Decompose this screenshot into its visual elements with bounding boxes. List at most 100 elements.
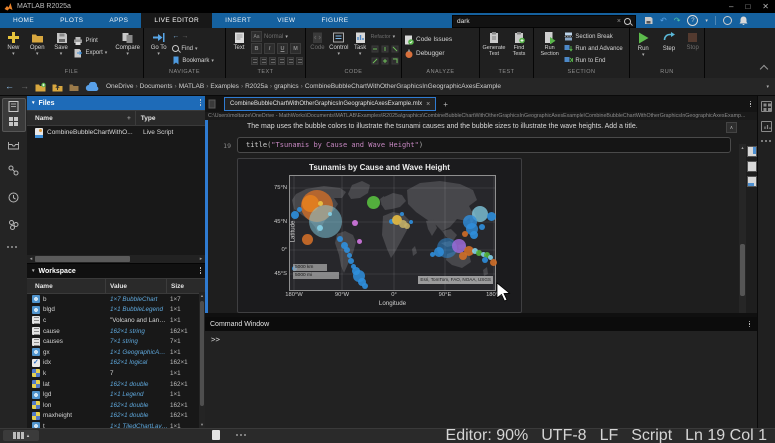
command-prompt[interactable]: >> xyxy=(211,335,220,344)
command-window-header[interactable]: Command Window xyxy=(205,317,757,331)
section-break-button[interactable]: Section Break xyxy=(564,31,627,42)
breadcrumb-item[interactable]: MATLAB xyxy=(179,83,205,90)
refactor-button[interactable]: Refactor▾ xyxy=(371,31,399,42)
workspace-panel-header[interactable]: ▾ Workspace xyxy=(27,264,205,278)
refactor-tool-icon[interactable] xyxy=(381,45,389,53)
underline-button[interactable]: U xyxy=(277,43,288,54)
geographic-axes[interactable]: 75°N 45°N 0° 45°S 180°W 90°W 0° 90°E 180… xyxy=(289,175,496,291)
text-style-dropdown[interactable]: Aa Normal▾ xyxy=(251,31,303,42)
new-button[interactable]: New▾ xyxy=(2,31,25,56)
compare-button[interactable]: Compare▾ xyxy=(114,31,141,56)
control-button[interactable]: Control▾ xyxy=(328,31,350,56)
document-bar-icon[interactable] xyxy=(208,99,216,109)
up-folder-icon[interactable] xyxy=(52,82,63,92)
print-button[interactable]: Print xyxy=(73,35,113,46)
table-row[interactable]: gx1×1 GeographicA…1×1 xyxy=(27,347,205,358)
stop-button[interactable]: Stop xyxy=(683,31,702,51)
notifications-bell-icon[interactable] xyxy=(739,16,748,26)
panel-apps-icon[interactable] xyxy=(7,218,20,231)
ribbon-tab-insert[interactable]: INSERT xyxy=(212,13,264,28)
table-row[interactable]: k71×1 xyxy=(27,368,205,379)
text-button[interactable]: Text xyxy=(228,31,250,51)
scroll-right-icon[interactable]: ▸ xyxy=(197,256,205,262)
panel-workspace-icon[interactable] xyxy=(7,115,20,128)
search-input[interactable]: dark xyxy=(453,18,614,25)
refactor-tool-icon[interactable] xyxy=(371,57,379,65)
run-button[interactable]: Run▾ xyxy=(632,31,655,57)
code-line[interactable]: title("Tsunamis by Cause and Wave Height… xyxy=(237,137,731,153)
output-hide-icon[interactable] xyxy=(747,161,757,172)
ribbon-tab-home[interactable]: HOME xyxy=(0,13,47,28)
table-row[interactable]: blgd1×1 BubbleLegend1×1 xyxy=(27,305,205,316)
output-inline-icon[interactable] xyxy=(747,146,757,157)
editor-zoom-level[interactable]: Editor: 90% xyxy=(446,427,529,443)
run-section-button[interactable]: Run Section xyxy=(536,31,563,57)
editor-scrollbar[interactable]: ▴ ▾ xyxy=(739,144,746,313)
align-right-icon[interactable] xyxy=(269,57,276,65)
goto-button[interactable]: Go To▾ xyxy=(146,31,171,56)
sort-icon[interactable]: + xyxy=(127,115,131,122)
collapse-ribbon-icon[interactable] xyxy=(760,65,768,73)
refactor-tool-icon[interactable] xyxy=(371,45,379,53)
more-tools-icon[interactable] xyxy=(761,140,773,143)
find-tests-button[interactable]: Find Tests xyxy=(507,31,531,57)
command-window[interactable]: >> xyxy=(205,331,757,428)
editor-tab[interactable]: CombineBubbleChartWithOtherGraphicsInGeo… xyxy=(224,97,436,111)
collapse-files-icon[interactable]: ▾ xyxy=(32,101,35,105)
ribbon-tab-view[interactable]: VIEW xyxy=(264,13,308,28)
files-horizontal-scrollbar[interactable]: ◂ ▸ xyxy=(27,255,205,263)
status-more-icon[interactable] xyxy=(236,434,248,437)
breadcrumb-item[interactable]: Documents xyxy=(140,83,173,90)
scrollbar-thumb[interactable] xyxy=(740,244,745,296)
save-button[interactable]: Save▾ xyxy=(50,31,73,56)
table-row[interactable]: lat162×1 double162×1 xyxy=(27,379,205,390)
new-tab-icon[interactable]: + xyxy=(443,100,448,109)
open-button[interactable]: Open▾ xyxy=(26,31,49,56)
address-caret-icon[interactable]: ▾ xyxy=(766,85,769,89)
search-icon[interactable] xyxy=(624,18,631,25)
column-header-name[interactable]: Name xyxy=(27,115,127,122)
search-box[interactable]: dark × xyxy=(452,15,636,28)
table-row[interactable]: lgd1×1 Legend1×1 xyxy=(27,389,205,400)
scroll-up-icon[interactable]: ▴ xyxy=(739,144,746,152)
panel-toggle-button[interactable]: ▴ xyxy=(3,430,39,441)
table-row[interactable]: idx162×1 logical162×1 xyxy=(27,358,205,369)
bold-button[interactable]: B xyxy=(251,43,262,54)
refactor-tool-icon[interactable] xyxy=(381,57,389,65)
files-menu-icon[interactable] xyxy=(200,99,202,106)
step-button[interactable]: Step xyxy=(659,31,680,52)
editor-tab-menu-icon[interactable] xyxy=(750,101,752,108)
command-window-menu-icon[interactable] xyxy=(749,321,751,328)
scrollbar-thumb[interactable] xyxy=(35,256,130,262)
table-row[interactable]: b1×7 BubbleChart1×7 xyxy=(27,294,205,305)
column-header-size[interactable]: Size xyxy=(167,283,184,290)
indent-icon[interactable] xyxy=(296,57,303,65)
monospace-button[interactable]: M xyxy=(290,43,301,54)
ribbon-tab-plots[interactable]: PLOTS xyxy=(47,13,96,28)
breadcrumb-item[interactable]: graphics xyxy=(274,83,299,90)
table-row[interactable]: CombineBubbleChartWithO...Live Script xyxy=(27,126,205,139)
table-row[interactable]: cause162×1 string162×1 xyxy=(27,326,205,337)
export-button[interactable]: Export▾ xyxy=(73,47,113,58)
debugger-button[interactable]: Debugger xyxy=(404,48,445,59)
collapse-workspace-icon[interactable]: ▾ xyxy=(32,269,35,273)
figure-output[interactable]: Tsunamis by Cause and Wave Height xyxy=(237,158,522,313)
help-icon[interactable]: ? xyxy=(687,15,698,26)
run-and-advance-button[interactable]: Run and Advance xyxy=(564,43,627,54)
breadcrumb-item[interactable]: R2025a xyxy=(245,83,268,90)
help-caret-icon[interactable]: ▾ xyxy=(705,19,708,23)
table-row[interactable]: c"Volcano and Lan…1×1 xyxy=(27,315,205,326)
save-icon[interactable] xyxy=(644,16,653,25)
breadcrumb-item[interactable]: OneDrive xyxy=(106,83,133,90)
code-button[interactable]: Code xyxy=(308,31,327,51)
task-button[interactable]: Task▾ xyxy=(351,31,370,56)
italic-button[interactable]: I xyxy=(264,43,275,54)
numbered-list-icon[interactable] xyxy=(287,57,294,65)
table-row[interactable]: maxheight162×1 double162×1 xyxy=(27,411,205,422)
back-icon[interactable]: ← xyxy=(172,33,179,40)
output-below-icon[interactable] xyxy=(747,176,757,187)
generate-test-button[interactable]: Generate Test xyxy=(482,31,506,57)
panel-command-window-icon[interactable] xyxy=(7,138,20,151)
align-center-icon[interactable] xyxy=(260,57,267,65)
recent-folder-icon[interactable] xyxy=(69,82,79,92)
